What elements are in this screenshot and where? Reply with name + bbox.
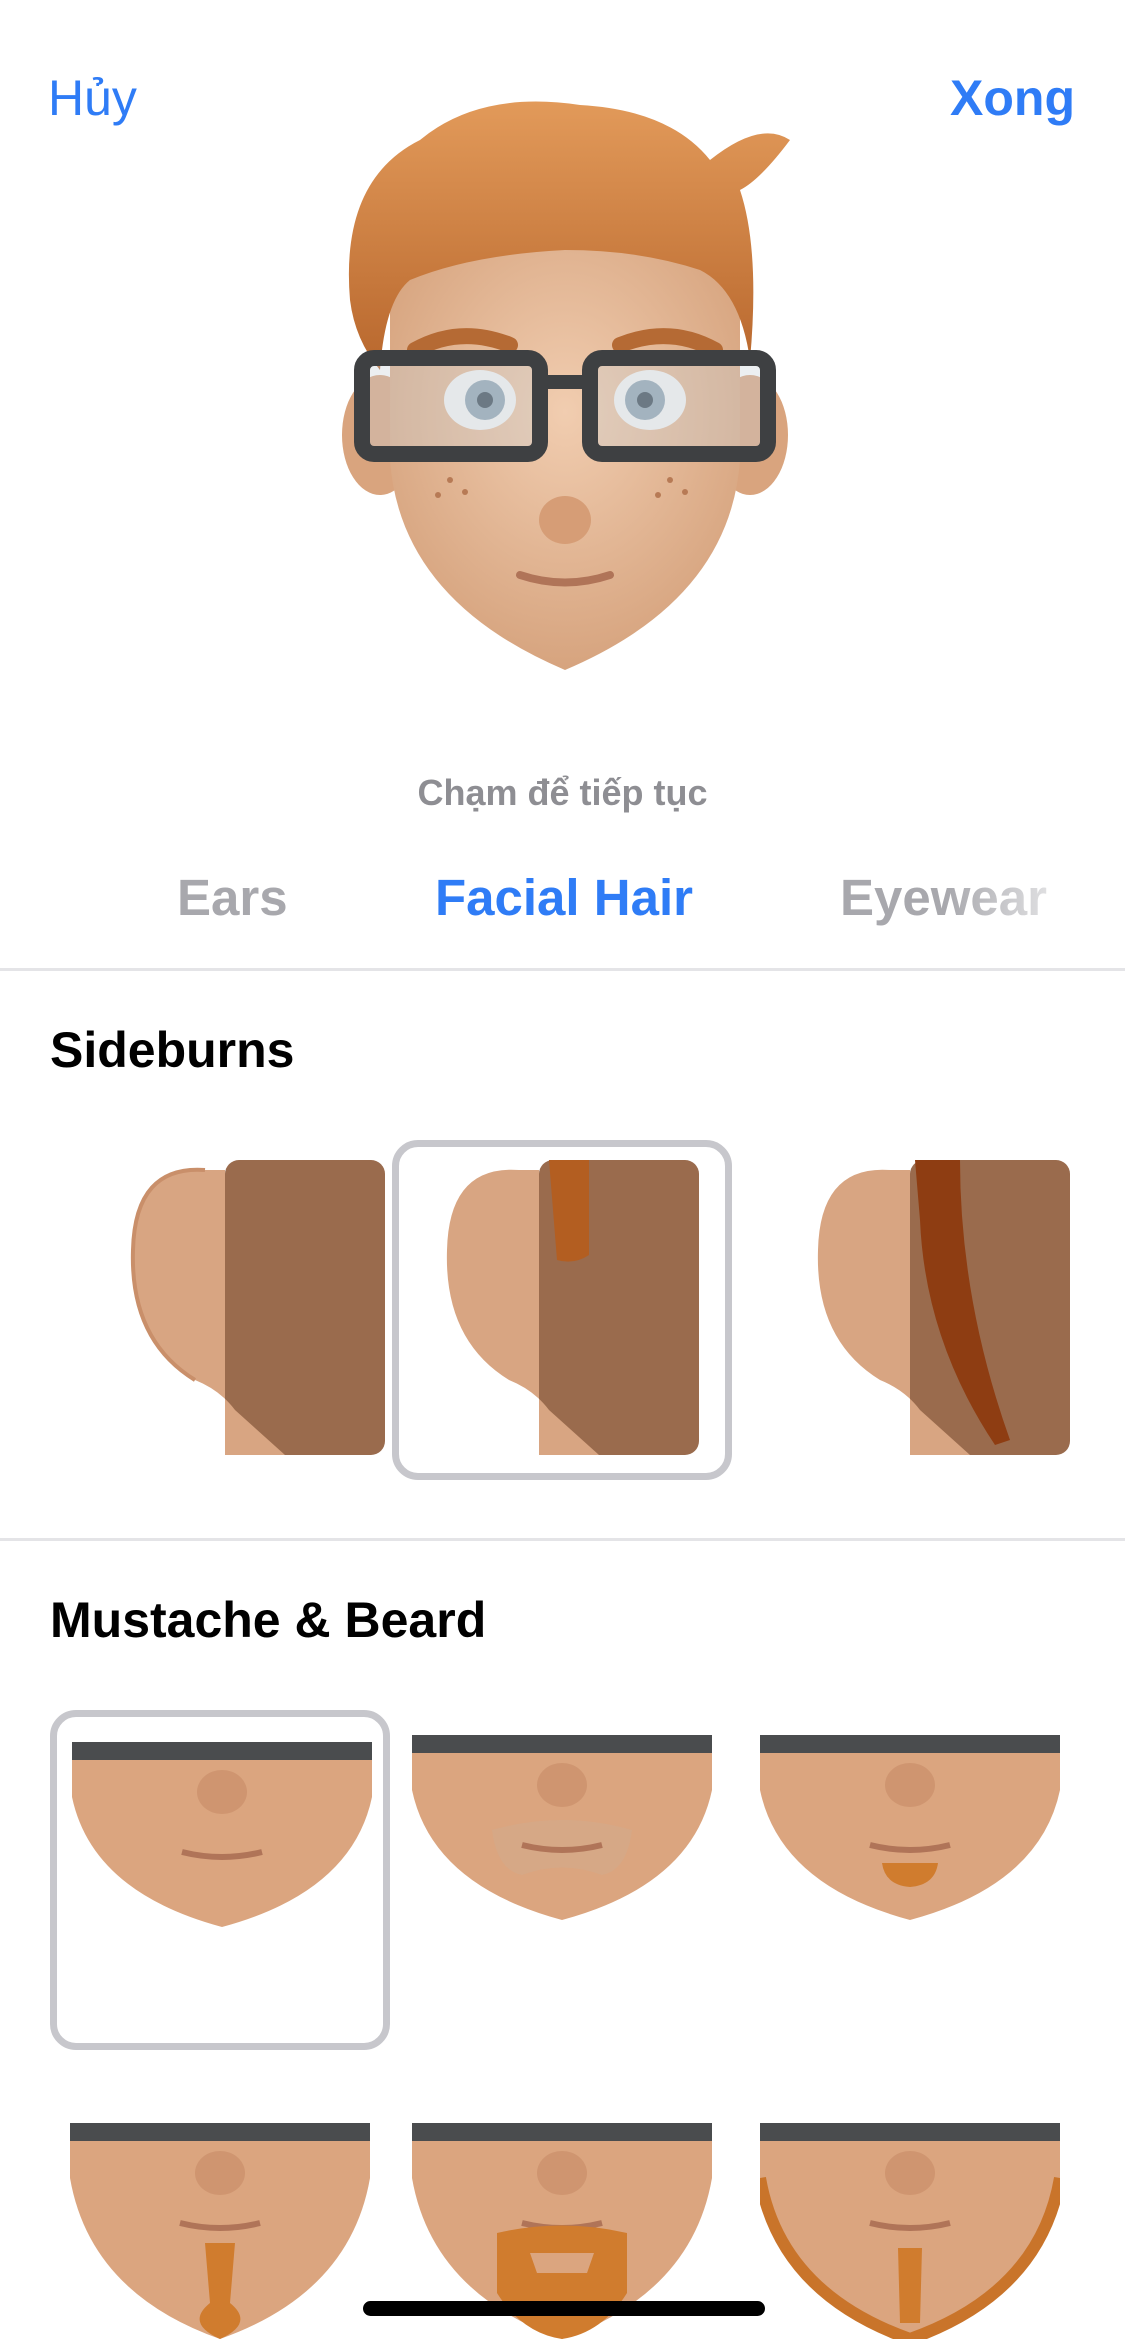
ear-sideburn-short-icon xyxy=(446,1160,699,1455)
divider xyxy=(0,1538,1125,1541)
cancel-button[interactable]: Hủy xyxy=(48,68,137,128)
ear-sideburn-long-icon xyxy=(817,1160,1070,1455)
section-title-sideburns: Sideburns xyxy=(50,1022,295,1078)
beard-none-icon xyxy=(72,1742,372,1927)
beard-option-light[interactable] xyxy=(392,1710,732,2050)
home-indicator[interactable] xyxy=(363,2301,765,2316)
tap-to-continue-hint: Chạm để tiếp tục xyxy=(417,772,708,813)
beard-option-soul-patch[interactable] xyxy=(50,2100,390,2339)
tab-facial-hair[interactable]: Facial Hair xyxy=(435,868,693,928)
sideburns-option-long[interactable] xyxy=(790,1140,1090,1480)
beard-option-none[interactable] xyxy=(50,1710,390,2050)
memoji-avatar[interactable] xyxy=(340,100,790,680)
tab-fade-overlay xyxy=(945,860,1125,940)
beard-light-icon xyxy=(412,1735,712,1920)
beard-option-chin-patch[interactable] xyxy=(740,1710,1080,2050)
beard-chinstrap-icon xyxy=(760,2123,1060,2339)
sideburns-option-none[interactable] xyxy=(105,1140,405,1480)
sideburns-option-short[interactable] xyxy=(392,1140,732,1480)
ear-sideburn-none-icon xyxy=(130,1160,385,1455)
beard-option-chinstrap[interactable] xyxy=(740,2100,1080,2339)
beard-chin-patch-icon xyxy=(760,1735,1060,1920)
divider xyxy=(0,968,1125,971)
tab-ears[interactable]: Ears xyxy=(177,868,288,928)
beard-soul-patch-icon xyxy=(70,2123,370,2339)
done-button[interactable]: Xong xyxy=(950,68,1075,128)
section-title-mustache-beard: Mustache & Beard xyxy=(50,1592,487,1648)
